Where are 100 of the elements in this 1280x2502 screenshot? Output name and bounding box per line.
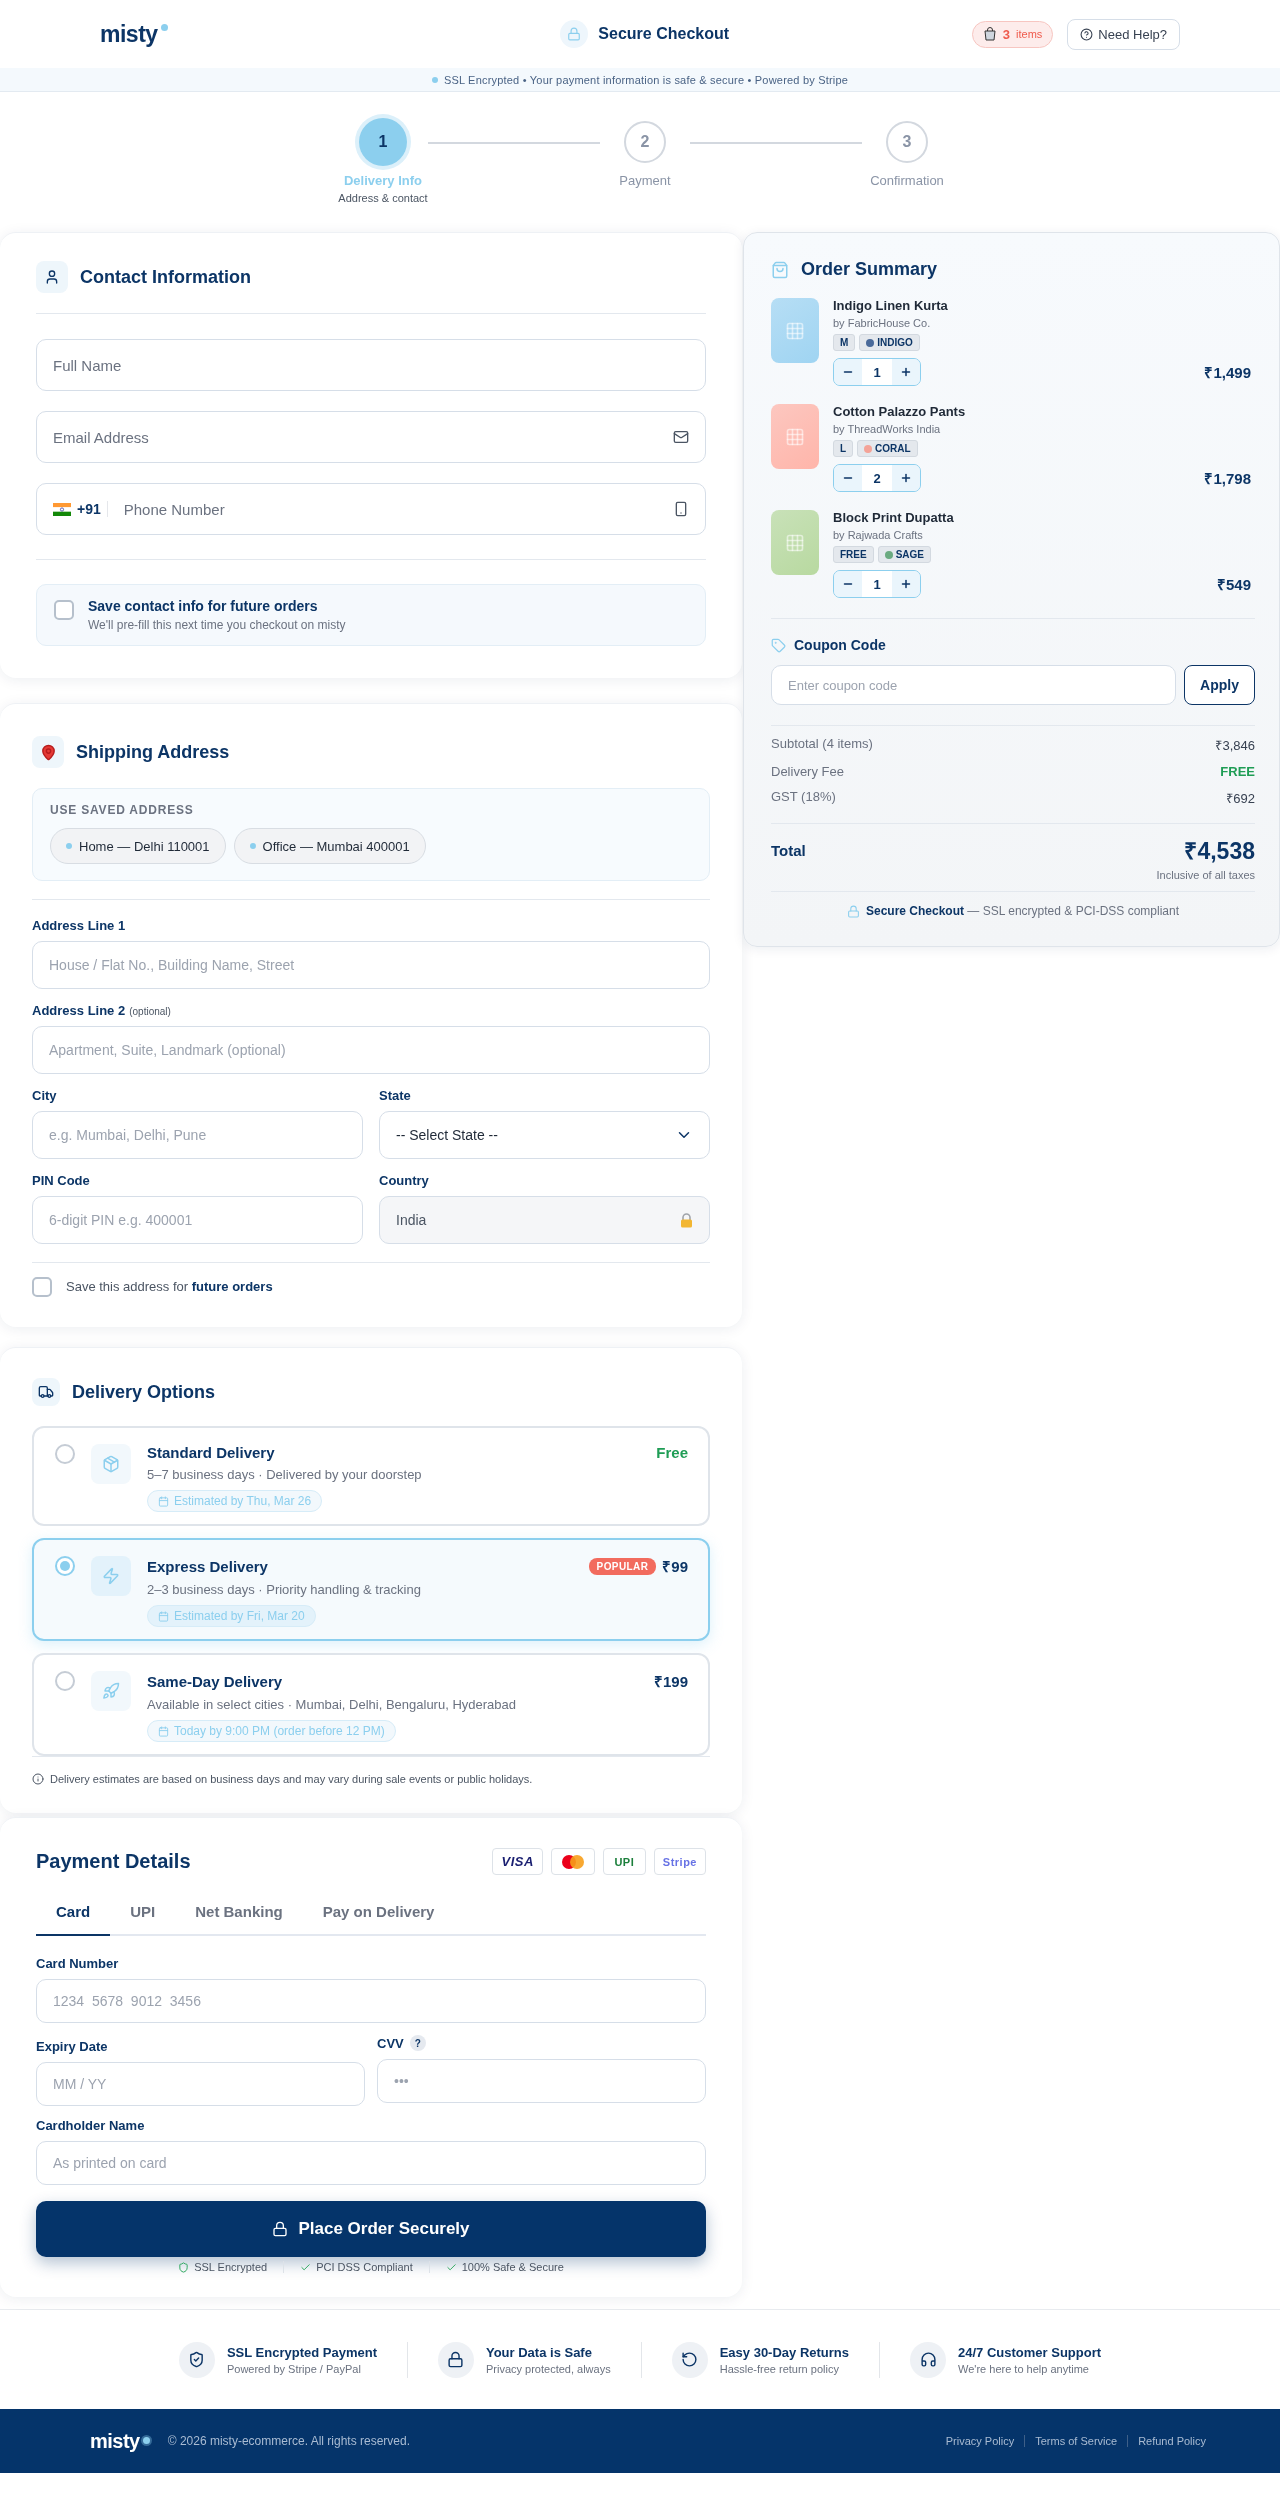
summary-value: ₹692 [1226,790,1255,807]
summary-value: ₹3,846 [1215,737,1255,754]
item-price: ₹549 [1216,575,1251,594]
option-description: 5–7 business days · Delivered by your doorstep [147,1467,423,1482]
payment-tab[interactable]: Pay on Delivery [302,1895,455,1936]
upi-logo: UPI [602,1848,646,1875]
option-title: Express Delivery [147,1557,268,1575]
calendar-icon [158,1610,169,1622]
summary-label: Delivery Fee [771,764,844,779]
trust-subtitle: We're here to help anytime [958,2362,1090,2375]
state-select[interactable]: -- Select State -- [379,1111,710,1159]
footer-link[interactable]: Refund Policy [1127,2435,1216,2447]
section-title: Delivery Options [72,1381,216,1403]
text-input[interactable]: Phone Number [107,484,665,534]
place-order-button[interactable]: Place Order Securely [36,2201,706,2257]
field-label: State [379,1088,412,1103]
phone-icon [673,501,689,517]
radio-button[interactable] [55,1444,75,1464]
field-label: Address Line 1 [32,918,127,933]
option-price: Free [656,1444,688,1461]
plus-icon [900,366,912,378]
field-label: PIN Code [32,1173,91,1188]
map-pin-icon [32,736,64,768]
country-field: India [379,1196,710,1244]
option-description: 2–3 business days · Priority handling & tracking [147,1582,422,1597]
lock-icon [847,904,860,918]
color-tag: CORAL [857,440,918,457]
info-icon [32,1773,44,1785]
step-label: Delivery Info [344,173,422,188]
coupon-label: Coupon Code [794,637,886,653]
lock-icon [680,1212,693,1228]
field-label: City [32,1088,58,1103]
total-label: Total [771,842,806,859]
saved-address-chip[interactable]: Office — Mumbai 400001 [233,828,426,864]
check-icon [445,2261,457,2273]
shield-icon [178,2261,190,2273]
truck-icon [32,1378,60,1406]
size-tag: L [833,440,854,457]
tag-icon [771,637,786,653]
shopping-bag-icon [771,260,789,279]
section-title: Payment Details [36,1850,191,1873]
plus-icon [900,472,912,484]
help-badge[interactable]: ? [409,2035,426,2051]
product-name: Cotton Palazzo Pants [833,404,967,419]
item-price: ₹1,499 [1204,363,1251,382]
rocket-icon [102,1682,120,1700]
apply-button[interactable]: Apply [1184,665,1255,705]
footer-link[interactable]: Privacy Policy [935,2435,1025,2447]
payment-tab[interactable]: Card [36,1895,111,1936]
total-value: ₹4,538 [1184,837,1255,866]
help-button[interactable]: Need Help? [1067,18,1180,50]
trust-subtitle: Privacy protected, always [485,2362,611,2375]
step-label: Payment [619,173,671,188]
radio-button[interactable] [55,1671,75,1691]
field-label: Country [379,1173,430,1188]
delivery-option[interactable]: Standard Delivery Free 5–7 business days · Delivered by your doorstep Estimated by Thu, Mar 26 [32,1426,710,1526]
trust-title: 24/7 Customer Support [958,2344,1102,2360]
field-label: Card Number [36,1956,120,1971]
footer-link[interactable]: Terms of Service [1024,2435,1128,2447]
grid-icon [785,532,805,553]
trust-title: Your Data is Safe [485,2344,593,2360]
payment-tab[interactable]: UPI [110,1895,176,1936]
section-title: Contact Information [80,266,251,288]
estimate-pill: Today by 9:00 PM (order before 12 PM) [147,1720,396,1742]
section-title: Shipping Address [76,741,230,763]
option-title: Same-Day Delivery [147,1672,283,1690]
summary-value: FREE [1220,764,1255,779]
checkbox[interactable] [32,1277,52,1297]
summary-label: GST (18%) [771,789,836,806]
headset-icon [919,2351,937,2368]
item-price: ₹1,798 [1204,469,1251,488]
trust-title: SSL Encrypted Payment [226,2344,377,2360]
assurance-text: 100% Safe & Secure [461,2261,564,2273]
trust-subtitle: Hassle-free return policy [719,2362,840,2375]
page-title: Secure Checkout [598,25,730,43]
quantity-value: 2 [862,465,892,491]
step-circle: 1 [359,118,407,166]
section-title: Order Summary [801,259,938,280]
estimate-pill: Estimated by Thu, Mar 26 [147,1490,323,1512]
optional-note: (optional) [129,1006,171,1017]
checkbox[interactable] [54,600,74,620]
grid-icon [785,320,805,341]
mail-icon [673,429,689,445]
delivery-option[interactable]: Same-Day Delivery ₹199 Available in select cities · Mumbai, Delhi, Bengaluru, Hyderabad Today by 9:00 PM (order before 12 PM) [32,1653,710,1756]
copyright: © 2026 misty-ecommerce. All rights reserved. [167,2434,410,2448]
option-price: ₹199 [653,1672,688,1691]
delivery-note: Delivery estimates are based on business days and may vary during sale events or public holidays. [50,1773,533,1785]
step-circle: 3 [886,121,928,163]
field-label: Expiry Date [36,2039,109,2054]
country-code: +91 [77,501,108,517]
footer-logo[interactable]: misty [90,2429,150,2453]
stripe-logo: Stripe [653,1848,706,1875]
popular-badge: POPULAR [588,1557,657,1575]
phone-field[interactable]: +91 Phone Number [36,483,706,535]
delivery-option[interactable]: Express Delivery POPULAR ₹99 2–3 business days · Priority handling & tracking Estimated by Fri, Mar 20 [32,1538,710,1641]
saved-address-chip[interactable]: Home — Delhi 110001 [50,828,226,864]
radio-button[interactable] [55,1556,75,1576]
payment-tab[interactable]: Net Banking [175,1895,303,1936]
calendar-icon [158,1725,169,1737]
brand-logo[interactable]: misty [100,20,168,48]
